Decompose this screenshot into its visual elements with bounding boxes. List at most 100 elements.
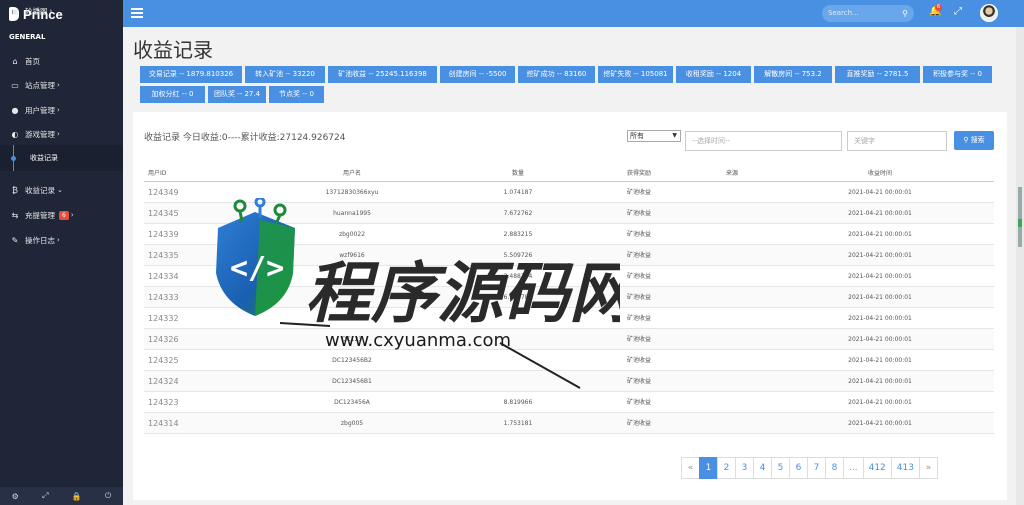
chevron-right-icon: › — [70, 211, 74, 219]
chevron-right-icon: › — [49, 7, 53, 15]
cell-text: 2021-04-21 00:00:01 — [848, 189, 912, 196]
cell-text: DC123456B1 — [332, 378, 372, 385]
search-input[interactable]: Search... ⚲ — [822, 5, 914, 22]
sidebar-item-label: 充提管理 — [25, 210, 55, 220]
stat-button[interactable]: 团队奖 -- 27.4 — [208, 86, 266, 103]
keyword-input[interactable]: 关键字 — [847, 131, 947, 151]
stat-button[interactable]: 矿池收益 -- 25245.116398 — [328, 66, 437, 83]
sidebar-item-gamepad[interactable]: ◐ 游戏管理 › — [0, 123, 123, 145]
cell-text: 矿池收益 — [626, 315, 652, 322]
column-header-user-id[interactable]: 用户ID — [148, 165, 166, 182]
cell-text: zbg0022 — [338, 231, 366, 238]
cell-text: 124339 — [148, 230, 179, 239]
sidebar-item-monitor[interactable]: ▭ 站点管理 › — [0, 74, 123, 96]
stat-button[interactable]: 交易记录 -- 1879.810326 — [140, 66, 242, 83]
notification-count: 6 — [935, 4, 943, 11]
cell-text: 124326 — [148, 335, 179, 344]
sidebar-item-image[interactable]: ▣ 轮播图 › — [0, 0, 123, 22]
pagination-page[interactable]: 6 — [789, 457, 808, 479]
cell-text: 1.753181 — [503, 420, 533, 427]
avatar[interactable] — [980, 4, 998, 22]
pagination-page[interactable]: 8 — [825, 457, 844, 479]
stat-button[interactable]: 挖矿失败 -- 105081 — [598, 66, 673, 83]
pagination-page[interactable]: 3 — [735, 457, 754, 479]
stat-button[interactable]: 转入矿池 -- 33220 — [245, 66, 325, 83]
stat-button[interactable]: 挖矿成功 -- 83160 — [518, 66, 595, 83]
sidebar-item-home[interactable]: ⌂ 首页 — [0, 50, 123, 72]
time-picker-input[interactable]: --选择时间-- — [685, 131, 842, 151]
table-row: 124332 矿池收益 2021-04-21 00:00:01 — [144, 308, 994, 329]
pagination-page[interactable]: 413 — [890, 457, 920, 479]
pagination-page[interactable]: 4 — [753, 457, 772, 479]
cell-text: 2021-04-21 00:00:01 — [848, 273, 912, 280]
pagination-page: ... — [843, 457, 864, 479]
search-placeholder: Search... — [828, 9, 859, 17]
pagination-page[interactable]: 5 — [771, 457, 790, 479]
sidebar-item-bitcoin[interactable]: ₿ 收益记录 ⌄ — [0, 179, 123, 201]
pagination-page[interactable]: 7 — [807, 457, 826, 479]
stat-button[interactable]: 创建房间 -- -5500 — [440, 66, 515, 83]
column-header-label: 获得奖励 — [626, 170, 652, 177]
chevron-right-icon: › — [57, 106, 60, 114]
fullscreen-icon[interactable]: ⤢ — [42, 491, 48, 501]
table-row: 124324 DC123456B1 矿池收益 2021-04-21 00:00:01 — [144, 371, 994, 392]
scroll-indicator — [1018, 219, 1022, 227]
cell-text: 矿池收益 — [626, 357, 652, 364]
search-icon[interactable]: ⚲ — [902, 5, 908, 22]
column-header-label: 来源 — [725, 170, 739, 177]
cell-text: 13712830366xyu — [325, 189, 379, 196]
pagination-page[interactable]: 412 — [862, 457, 892, 479]
cell-user-id: 124349 — [148, 182, 179, 203]
column-header-label: 数量 — [511, 170, 525, 177]
gear-icon[interactable]: ⚙ — [12, 492, 19, 501]
stat-button[interactable]: 解散房间 -- 753.2 — [754, 66, 832, 83]
pagination-page[interactable]: 2 — [717, 457, 736, 479]
power-icon[interactable]: ⏻ — [105, 491, 111, 501]
stat-button[interactable]: 加权分红 -- 0 — [140, 86, 205, 103]
cell-user-id: 124325 — [148, 350, 179, 371]
cell-text: DC123456B2 — [332, 357, 372, 364]
pagination-page[interactable]: 1 — [699, 457, 718, 479]
cell-user-id: 124326 — [148, 329, 179, 350]
stat-button[interactable]: 节点奖 -- 0 — [269, 86, 324, 103]
cell-text: huanna1995 — [333, 210, 371, 217]
cell-text: 矿池收益 — [626, 399, 652, 406]
cell-text: 矿池收益 — [626, 336, 652, 343]
cell-text: 2021-04-21 00:00:01 — [848, 231, 912, 238]
cell-text: 124334 — [148, 272, 179, 281]
exchange-icon: ⇆ — [11, 210, 19, 220]
fullscreen-icon[interactable]: ⤢ — [954, 6, 962, 17]
sidebar-item-exchange[interactable]: ⇆ 充提管理 6 › — [0, 204, 123, 226]
sidebar-item-user[interactable]: ● 用户管理 › — [0, 99, 123, 121]
sidebar-subitem-label: 收益记录 — [30, 154, 58, 162]
cell-user-id: 124345 — [148, 203, 179, 224]
chevron-down-icon: ▼ — [672, 132, 677, 139]
scrollbar-thumb[interactable] — [1018, 187, 1022, 247]
sidebar-item-edit[interactable]: ✎ 操作日志 › — [0, 229, 123, 251]
column-header-label: 收益时间 — [867, 170, 893, 177]
type-select[interactable]: 所有 ▼ — [627, 130, 681, 142]
menu-toggle-icon[interactable] — [131, 8, 143, 18]
column-header-label: 用户ID — [148, 170, 167, 177]
chevron-right-icon: › — [57, 81, 60, 89]
stat-button[interactable]: 直推奖励 -- 2781.5 — [835, 66, 920, 83]
cell-text: 1.074187 — [503, 189, 533, 196]
stat-button[interactable]: 积极参与奖 -- 0 — [923, 66, 992, 83]
cell-text: 2021-04-21 00:00:01 — [848, 378, 912, 385]
pagination-prev[interactable]: « — [681, 457, 700, 479]
notification-bell-icon[interactable]: 🔔 6 — [929, 4, 943, 17]
sidebar-subitem-income-records[interactable]: 收益记录 — [0, 145, 123, 171]
cell-text: 2021-04-21 00:00:01 — [848, 357, 912, 364]
cell-text: 矿池收益 — [626, 231, 652, 238]
table-row: 124314 zbg005 1.753181 矿池收益 2021-04-21 00:00… — [144, 413, 994, 434]
section-label: GENERAL — [9, 33, 46, 41]
page-scrollbar[interactable] — [1016, 27, 1024, 505]
sidebar-footer: ⚙ ⤢ 🔒 ⏻ — [0, 487, 123, 505]
cell-text: 矿池收益 — [626, 252, 652, 259]
lock-icon[interactable]: 🔒 — [72, 492, 82, 501]
pagination-next[interactable]: » — [918, 457, 938, 479]
search-button[interactable]: ⚲ 搜索 — [954, 131, 994, 150]
cell-user-id: 124332 — [148, 308, 179, 329]
search-icon: ⚲ — [963, 136, 969, 144]
stat-button[interactable]: 收租奖励 -- 1204 — [676, 66, 751, 83]
